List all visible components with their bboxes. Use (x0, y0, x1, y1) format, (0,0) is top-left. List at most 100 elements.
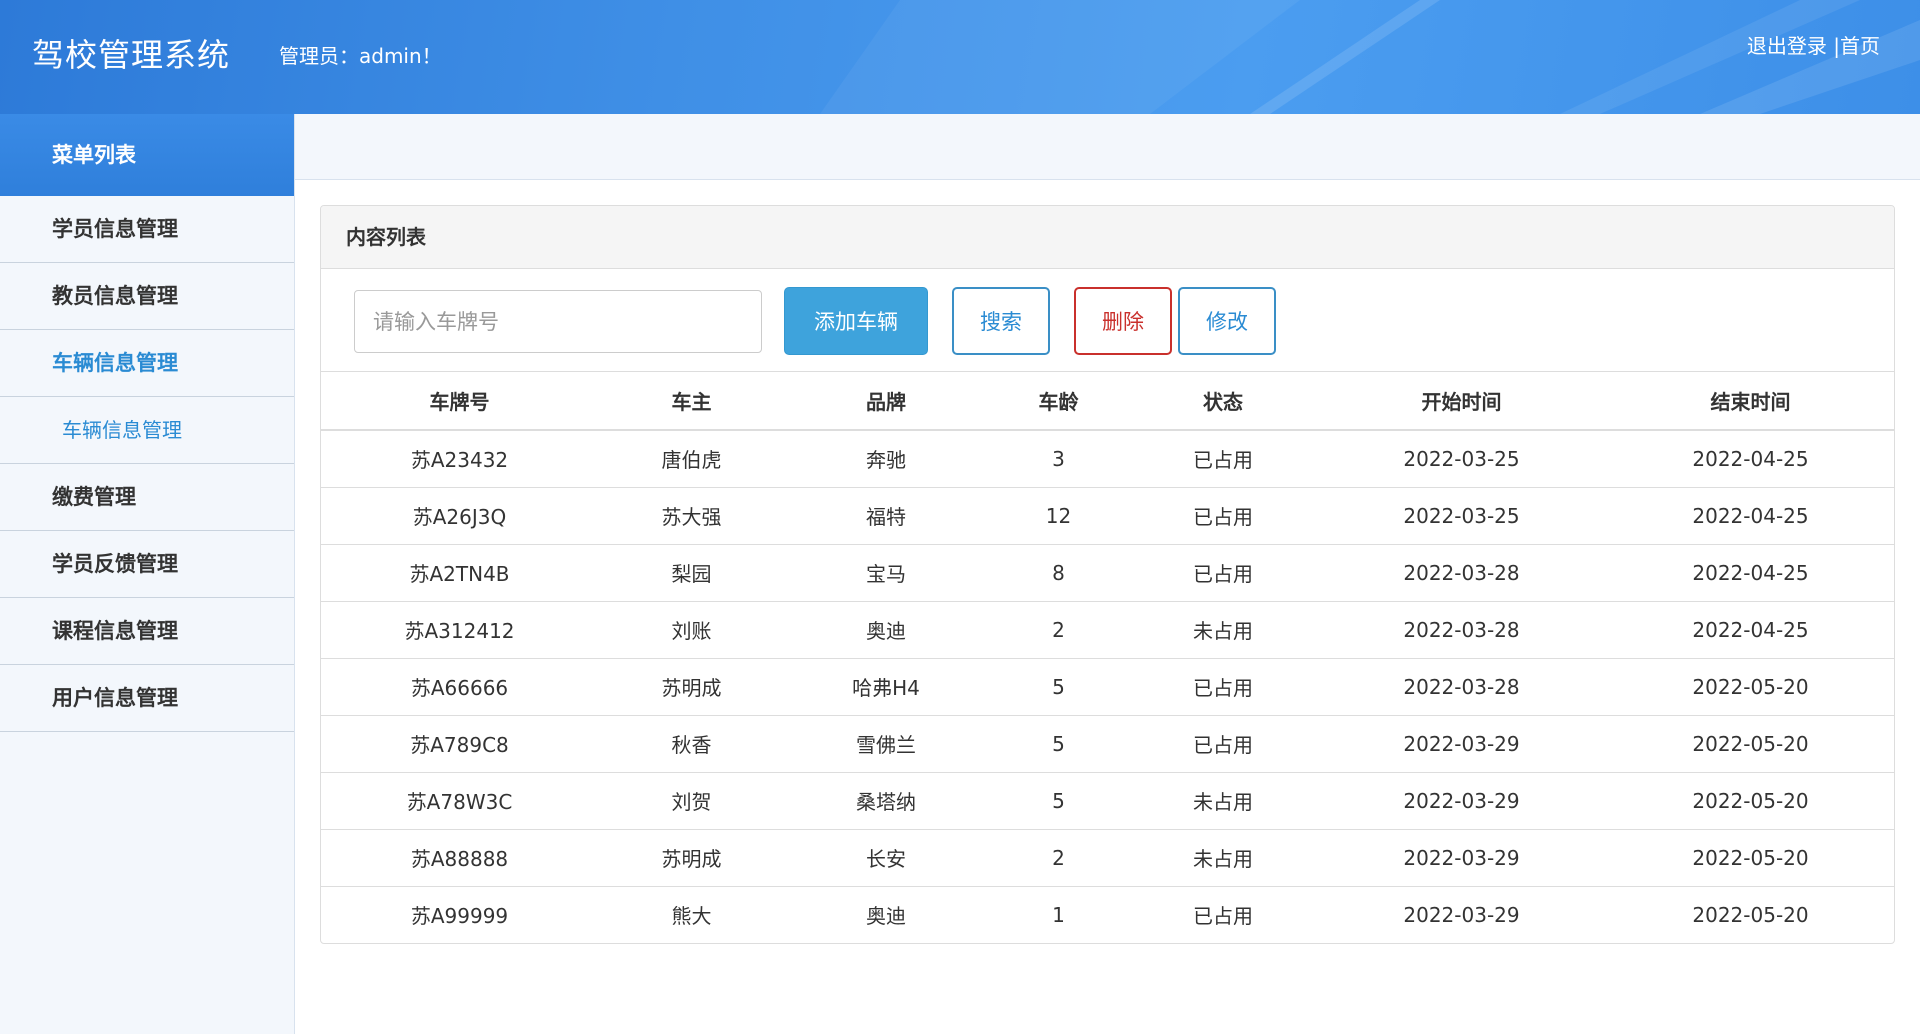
cell-owner: 刘账 (598, 601, 785, 659)
cell-brand: 奥迪 (785, 601, 987, 659)
vehicle-table: 车牌号 车主 品牌 车龄 状态 开始时间 结束时间 苏A23432 唐伯虎 奔驰… (321, 372, 1894, 943)
cell-owner: 唐伯虎 (598, 430, 785, 488)
toolbar: 添加车辆 搜索 删除 修改 (321, 269, 1894, 372)
sidebar: 菜单列表 学员信息管理 教员信息管理 车辆信息管理 车辆信息管理 缴费管理 学员… (0, 114, 295, 1034)
cell-status: 未占用 (1130, 772, 1316, 830)
admin-info: 管理员：admin！ (279, 44, 442, 68)
cell-plate: 苏A66666 (321, 658, 598, 716)
cell-brand: 桑塔纳 (785, 772, 987, 830)
app-header: 驾校管理系统 管理员：admin！ 退出登录 |首页 (0, 0, 1920, 114)
plate-search-input[interactable] (354, 290, 762, 353)
main-topbar (295, 114, 1920, 180)
table-row[interactable]: 苏A78W3C 刘贺 桑塔纳 5 未占用 2022-03-29 2022-05-… (321, 772, 1894, 830)
column-header-age: 车龄 (987, 372, 1130, 431)
cell-plate: 苏A789C8 (321, 715, 598, 773)
sidebar-item-feedback[interactable]: 学员反馈管理 (0, 531, 294, 598)
sidebar-item-vehicle-info[interactable]: 车辆信息管理 (0, 330, 294, 397)
cell-owner: 熊大 (671, 904, 712, 929)
cell-owner: 苏大强 (598, 487, 785, 545)
cell-age: 12 (987, 487, 1130, 545)
cell-plate: 苏A2TN4B (321, 544, 598, 602)
cell-brand: 宝马 (785, 544, 987, 602)
column-header-plate: 车牌号 (321, 372, 598, 431)
table-row[interactable]: 苏A26J3Q 苏大强 福特 12 已占用 2022-03-25 2022-04… (321, 487, 1894, 545)
cell-end-time: 2022-05-20 (1607, 715, 1894, 773)
cell-end-time: 2022-05-20 (1607, 658, 1894, 716)
add-vehicle-button[interactable]: 添加车辆 (784, 287, 928, 355)
cell-start-time: 2022-03-25 (1316, 487, 1607, 545)
header-links: 退出登录 |首页 (1747, 30, 1880, 59)
cell-start-time: 2022-03-28 (1316, 601, 1607, 659)
panel-title: 内容列表 (321, 206, 1894, 269)
table-row[interactable]: 苏A2TN4B 梨园 宝马 8 已占用 2022-03-28 2022-04-2… (321, 544, 1894, 602)
cell-start-time: 2022-03-28 (1316, 658, 1607, 716)
cell-start-time: 2022-03-25 (1316, 430, 1607, 488)
table-row[interactable]: 苏A312412 刘账 奥迪 2 未占用 2022-03-28 2022-04-… (321, 601, 1894, 659)
cell-start-time: 2022-03-29 (1403, 902, 1520, 927)
cell-end-time: 2022-04-25 (1607, 430, 1894, 488)
sidebar-item-instructor-info[interactable]: 教员信息管理 (0, 263, 294, 330)
cell-owner: 梨园 (598, 544, 785, 602)
cell-owner: 苏明成 (598, 658, 785, 716)
sidebar-item-student-info[interactable]: 学员信息管理 (0, 196, 294, 263)
cell-end-time: 2022-05-20 (1607, 772, 1894, 830)
cell-brand: 哈弗H4 (785, 658, 987, 716)
cell-status: 已占用 (1130, 658, 1316, 716)
cell-status: 已占用 (1130, 430, 1316, 488)
cell-brand: 长安 (785, 829, 987, 887)
cell-owner: 秋香 (598, 715, 785, 773)
cell-plate: 苏A26J3Q (321, 487, 598, 545)
column-header-brand: 品牌 (785, 372, 987, 431)
cell-start-time: 2022-03-29 (1316, 772, 1607, 830)
cell-owner: 苏明成 (598, 829, 785, 887)
app-title: 驾校管理系统 (32, 36, 231, 74)
sidebar-item-user-info[interactable]: 用户信息管理 (0, 665, 294, 732)
cell-status: 未占用 (1130, 829, 1316, 887)
table-row[interactable]: 苏A66666 苏明成 哈弗H4 5 已占用 2022-03-28 2022-0… (321, 658, 1894, 716)
cell-status: 已占用 (1193, 904, 1253, 929)
search-button[interactable]: 搜索 (952, 287, 1050, 355)
cell-plate: 苏A78W3C (321, 772, 598, 830)
cell-end-time: 2022-04-25 (1607, 601, 1894, 659)
cell-plate: 苏A99999 (410, 904, 509, 929)
home-link[interactable]: 首页 (1840, 34, 1880, 58)
table-row[interactable]: 苏A789C8 秋香 雪佛兰 5 已占用 2022-03-29 2022-05-… (321, 715, 1894, 773)
cell-age: 1 (1052, 902, 1065, 927)
table-row[interactable]: 苏A23432 唐伯虎 奔驰 3 已占用 2022-03-25 2022-04-… (321, 430, 1894, 488)
link-separator: | (1826, 34, 1840, 58)
cell-age: 8 (987, 544, 1130, 602)
cell-age: 5 (987, 715, 1130, 773)
sidebar-item-payment[interactable]: 缴费管理 (0, 464, 294, 531)
table-row[interactable]: 苏A99999 熊大 奥迪 1 已占用 2022-03-29 2022-05-2… (321, 886, 1894, 943)
logout-link[interactable]: 退出登录 (1747, 34, 1827, 58)
cell-end-time: 2022-05-20 (1692, 902, 1809, 927)
sidebar-header: 菜单列表 (0, 114, 294, 196)
cell-end-time: 2022-04-25 (1607, 544, 1894, 602)
sidebar-item-course-info[interactable]: 课程信息管理 (0, 598, 294, 665)
sidebar-subitem-vehicle-info[interactable]: 车辆信息管理 (0, 397, 294, 464)
delete-button[interactable]: 删除 (1074, 287, 1172, 355)
content-panel: 内容列表 添加车辆 搜索 删除 修改 车牌号 车主 品牌 车龄 状态 开始时间 … (320, 205, 1895, 944)
table-row[interactable]: 苏A88888 苏明成 长安 2 未占用 2022-03-29 2022-05-… (321, 829, 1894, 887)
column-header-status: 状态 (1130, 372, 1316, 431)
cell-brand: 奔驰 (785, 430, 987, 488)
cell-start-time: 2022-03-29 (1316, 829, 1607, 887)
table-header-row: 车牌号 车主 品牌 车龄 状态 开始时间 结束时间 (321, 372, 1894, 431)
cell-plate: 苏A88888 (321, 829, 598, 887)
cell-age: 2 (987, 829, 1130, 887)
column-header-end-time: 结束时间 (1607, 372, 1894, 431)
column-header-start-time: 开始时间 (1316, 372, 1607, 431)
edit-button[interactable]: 修改 (1178, 287, 1276, 355)
cell-status: 已占用 (1130, 544, 1316, 602)
cell-start-time: 2022-03-29 (1316, 715, 1607, 773)
cell-plate: 苏A23432 (321, 430, 598, 488)
cell-owner: 刘贺 (598, 772, 785, 830)
cell-age: 5 (987, 658, 1130, 716)
cell-brand: 雪佛兰 (785, 715, 987, 773)
cell-age: 5 (987, 772, 1130, 830)
column-header-owner: 车主 (598, 372, 785, 431)
cell-brand: 福特 (785, 487, 987, 545)
cell-age: 3 (987, 430, 1130, 488)
cell-status: 已占用 (1130, 487, 1316, 545)
cell-end-time: 2022-04-25 (1607, 487, 1894, 545)
